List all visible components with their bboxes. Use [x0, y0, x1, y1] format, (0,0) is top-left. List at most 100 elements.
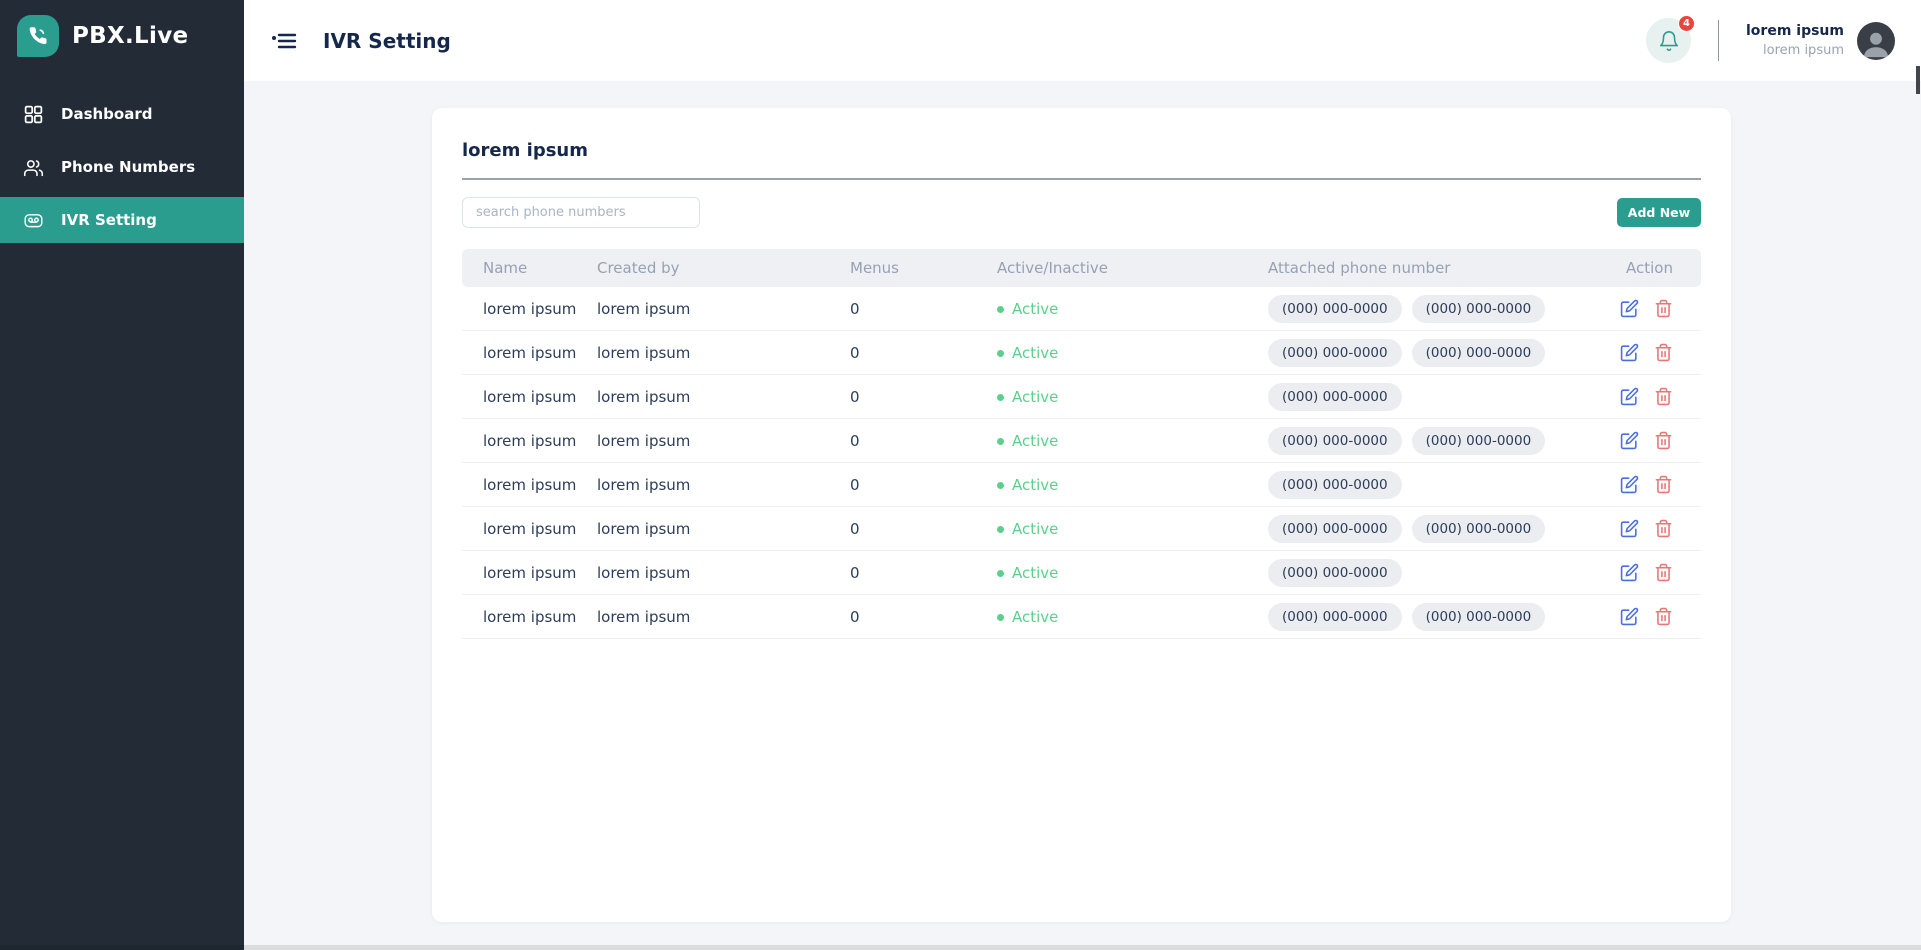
phone-number-pill: (000) 000-0000	[1412, 515, 1546, 543]
phone-logo-icon	[17, 15, 59, 57]
sidebar-nav: Dashboard Phone Numbers IVR Setting	[0, 91, 244, 243]
horizontal-scrollbar[interactable]	[0, 945, 1921, 950]
sidebar-item-phone-numbers[interactable]: Phone Numbers	[0, 144, 244, 190]
status-badge: Active	[997, 300, 1058, 318]
phone-number-pill: (000) 000-0000	[1412, 339, 1546, 367]
row-actions	[1606, 475, 1701, 494]
status-label: Active	[1012, 432, 1058, 450]
top-header: IVR Setting 4 lorem ipsum lorem ipsum	[244, 0, 1921, 81]
sidebar-toggle-icon[interactable]	[270, 27, 298, 55]
bell-icon	[1658, 30, 1680, 52]
row-name: lorem ipsum	[462, 388, 577, 406]
table-row: lorem ipsum lorem ipsum 0 Active (000) 0…	[462, 375, 1701, 419]
edit-icon[interactable]	[1620, 299, 1639, 318]
row-name: lorem ipsum	[462, 608, 577, 626]
status-label: Active	[1012, 388, 1058, 406]
delete-icon[interactable]	[1654, 387, 1673, 406]
row-name: lorem ipsum	[462, 344, 577, 362]
row-name: lorem ipsum	[462, 520, 577, 538]
delete-icon[interactable]	[1654, 299, 1673, 318]
row-menus: 0	[830, 608, 977, 626]
edit-icon[interactable]	[1620, 343, 1639, 362]
edit-icon[interactable]	[1620, 607, 1639, 626]
column-header-created-by: Created by	[577, 259, 830, 277]
status-label: Active	[1012, 344, 1058, 362]
header-divider	[1718, 20, 1719, 61]
edit-icon[interactable]	[1620, 519, 1639, 538]
phone-number-pill: (000) 000-0000	[1268, 559, 1402, 587]
sidebar-item-ivr-setting[interactable]: IVR Setting	[0, 197, 244, 243]
column-header-name: Name	[462, 259, 577, 277]
status-badge: Active	[997, 564, 1058, 582]
sidebar: PBX.Live Dashboard Phone Numbers IVR Set…	[0, 0, 244, 950]
table-row: lorem ipsum lorem ipsum 0 Active (000) 0…	[462, 463, 1701, 507]
toolbar: Add New	[462, 197, 1701, 228]
table-row: lorem ipsum lorem ipsum 0 Active (000) 0…	[462, 551, 1701, 595]
row-menus: 0	[830, 300, 977, 318]
row-menus: 0	[830, 564, 977, 582]
row-phone-numbers: (000) 000-0000 (000) 000-0000	[1248, 339, 1606, 367]
status-label: Active	[1012, 476, 1058, 494]
edit-icon[interactable]	[1620, 387, 1639, 406]
row-actions	[1606, 299, 1701, 318]
delete-icon[interactable]	[1654, 431, 1673, 450]
row-menus: 0	[830, 476, 977, 494]
ivr-table: Name Created by Menus Active/Inactive At…	[462, 249, 1701, 639]
status-label: Active	[1012, 520, 1058, 538]
row-actions	[1606, 607, 1701, 626]
edit-icon[interactable]	[1620, 475, 1639, 494]
table-header-row: Name Created by Menus Active/Inactive At…	[462, 249, 1701, 287]
status-dot-icon	[997, 438, 1004, 445]
add-new-button[interactable]: Add New	[1617, 198, 1701, 227]
sidebar-item-dashboard[interactable]: Dashboard	[0, 91, 244, 137]
status-dot-icon	[997, 394, 1004, 401]
phone-number-pill: (000) 000-0000	[1268, 603, 1402, 631]
row-actions	[1606, 431, 1701, 450]
delete-icon[interactable]	[1654, 607, 1673, 626]
phone-number-pill: (000) 000-0000	[1412, 295, 1546, 323]
edit-icon[interactable]	[1620, 563, 1639, 582]
delete-icon[interactable]	[1654, 519, 1673, 538]
ivr-list-card: lorem ipsum Add New Name Created by Menu…	[432, 108, 1731, 922]
row-created-by: lorem ipsum	[577, 520, 830, 538]
table-row: lorem ipsum lorem ipsum 0 Active (000) 0…	[462, 419, 1701, 463]
table-row: lorem ipsum lorem ipsum 0 Active (000) 0…	[462, 507, 1701, 551]
search-input[interactable]	[462, 197, 700, 228]
row-actions	[1606, 343, 1701, 362]
row-phone-numbers: (000) 000-0000 (000) 000-0000	[1248, 603, 1606, 631]
status-dot-icon	[997, 306, 1004, 313]
brand-logo[interactable]: PBX.Live	[0, 0, 244, 57]
column-header-active-inactive: Active/Inactive	[977, 259, 1248, 277]
card-title: lorem ipsum	[462, 140, 1701, 180]
avatar[interactable]	[1857, 22, 1895, 60]
voicemail-icon	[23, 210, 44, 231]
phone-number-pill: (000) 000-0000	[1268, 471, 1402, 499]
delete-icon[interactable]	[1654, 563, 1673, 582]
notifications-button[interactable]: 4	[1646, 18, 1691, 63]
sidebar-item-label: Phone Numbers	[61, 158, 195, 176]
row-created-by: lorem ipsum	[577, 344, 830, 362]
table-row: lorem ipsum lorem ipsum 0 Active (000) 0…	[462, 331, 1701, 375]
status-badge: Active	[997, 476, 1058, 494]
edit-icon[interactable]	[1620, 431, 1639, 450]
phone-number-pill: (000) 000-0000	[1268, 427, 1402, 455]
status-badge: Active	[997, 388, 1058, 406]
delete-icon[interactable]	[1654, 343, 1673, 362]
row-actions	[1606, 387, 1701, 406]
row-name: lorem ipsum	[462, 432, 577, 450]
status-dot-icon	[997, 526, 1004, 533]
row-name: lorem ipsum	[462, 564, 577, 582]
status-label: Active	[1012, 608, 1058, 626]
vertical-scrollbar[interactable]	[1916, 66, 1920, 94]
table-body: lorem ipsum lorem ipsum 0 Active (000) 0…	[462, 287, 1701, 639]
user-subtitle: lorem ipsum	[1746, 44, 1844, 58]
table-row: lorem ipsum lorem ipsum 0 Active (000) 0…	[462, 287, 1701, 331]
phone-number-pill: (000) 000-0000	[1412, 603, 1546, 631]
phone-number-pill: (000) 000-0000	[1268, 339, 1402, 367]
delete-icon[interactable]	[1654, 475, 1673, 494]
grid-icon	[23, 104, 44, 125]
table-row: lorem ipsum lorem ipsum 0 Active (000) 0…	[462, 595, 1701, 639]
phone-number-pill: (000) 000-0000	[1268, 383, 1402, 411]
row-phone-numbers: (000) 000-0000	[1248, 471, 1606, 499]
status-dot-icon	[997, 350, 1004, 357]
